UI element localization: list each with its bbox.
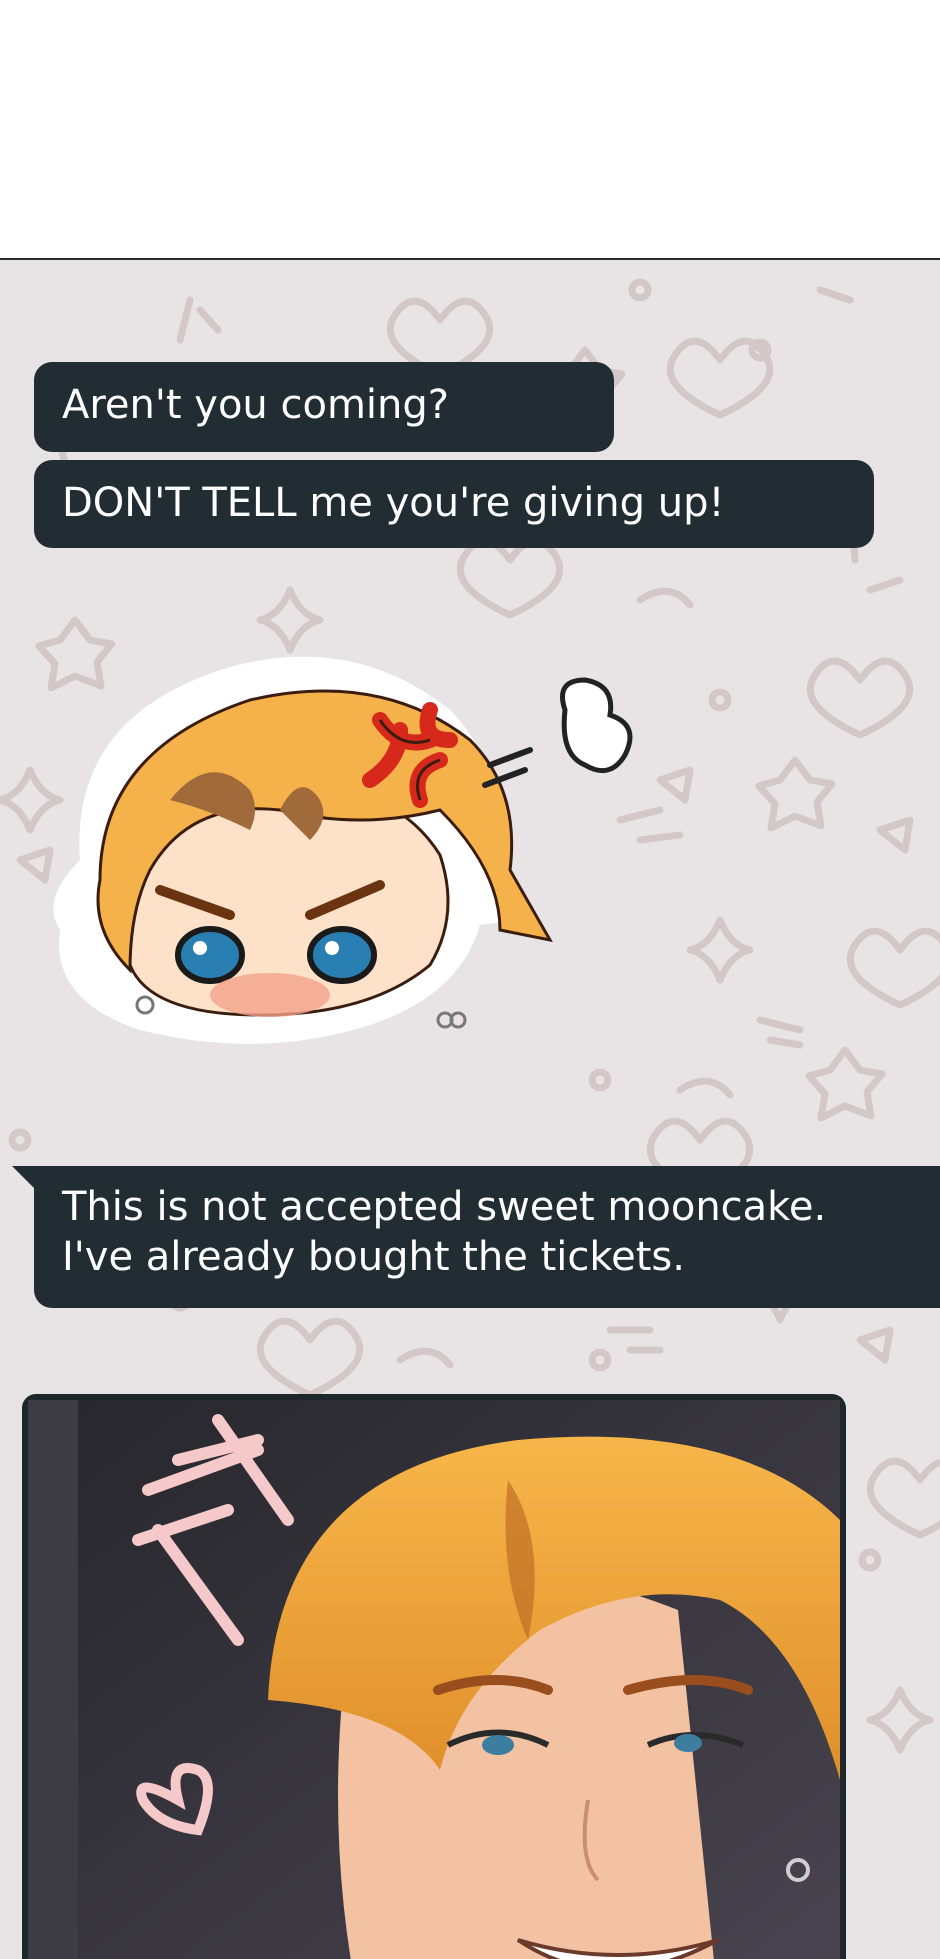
message-bubble[interactable]: Aren't you coming? <box>34 362 614 452</box>
photo-message[interactable] <box>22 1394 846 1959</box>
smiling-character-photo-icon <box>28 1400 840 1959</box>
message-bubble[interactable]: DON'T TELL me you're giving up! <box>34 460 874 548</box>
message-text: Aren't you coming? <box>62 382 450 428</box>
message-text-line: This is not accepted sweet mooncake. <box>62 1184 827 1230</box>
bubble-tail <box>12 1166 34 1188</box>
angry-chibi-sticker-icon[interactable] <box>50 630 650 1060</box>
message-text: DON'T TELL me you're giving up! <box>62 480 725 526</box>
message-text-line: I've already bought the tickets. <box>62 1234 685 1280</box>
top-blank-area <box>0 0 940 260</box>
chat-area[interactable]: Aren't you coming? DON'T TELL me you're … <box>0 260 940 1959</box>
message-bubble[interactable]: This is not accepted sweet mooncake. I'v… <box>12 1166 940 1308</box>
